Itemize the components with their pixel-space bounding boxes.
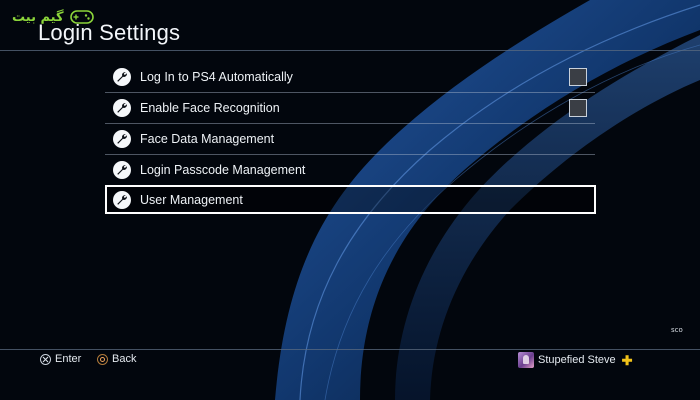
page-title: Login Settings	[38, 20, 181, 45]
setting-row-user-management[interactable]: User Management	[105, 185, 596, 214]
playstation-plus-icon: ✚	[621, 352, 633, 368]
user-indicator[interactable]: Stupefied Steve ✚	[518, 352, 633, 368]
wrench-icon	[113, 161, 131, 179]
setting-row-auto-login[interactable]: Log In to PS4 Automatically	[105, 62, 595, 93]
settings-list: Log In to PS4 Automatically Enable Face …	[105, 62, 596, 214]
circle-button-icon	[97, 353, 108, 365]
face-recognition-checkbox[interactable]	[569, 99, 587, 117]
cross-button-icon	[40, 353, 51, 365]
setting-row-face-recognition[interactable]: Enable Face Recognition	[105, 93, 595, 124]
back-hint[interactable]: Back	[97, 353, 136, 365]
auto-login-checkbox[interactable]	[569, 68, 587, 86]
corner-tag: sco	[671, 326, 683, 334]
enter-hint[interactable]: Enter	[40, 353, 81, 365]
wrench-icon	[113, 130, 131, 148]
setting-label: Face Data Management	[140, 132, 275, 146]
setting-label: User Management	[140, 192, 243, 207]
wrench-icon	[113, 190, 131, 209]
header-divider	[0, 50, 700, 51]
wrench-icon	[113, 68, 131, 86]
setting-row-face-data[interactable]: Face Data Management	[105, 124, 595, 155]
setting-label: Enable Face Recognition	[140, 101, 280, 115]
setting-label: Log In to PS4 Automatically	[140, 70, 293, 84]
wrench-icon	[113, 99, 131, 117]
back-label: Back	[112, 353, 137, 365]
avatar	[518, 352, 534, 368]
user-name: Stupefied Steve	[538, 354, 616, 366]
setting-row-passcode[interactable]: Login Passcode Management	[105, 155, 595, 186]
enter-label: Enter	[55, 353, 82, 365]
footer-divider	[0, 349, 700, 350]
setting-label: Login Passcode Management	[140, 163, 306, 177]
